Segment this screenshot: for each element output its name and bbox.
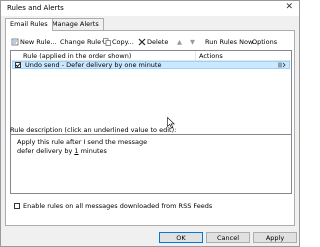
- title-bar: Rules and Alerts ✕: [1, 1, 299, 16]
- rule-description-label: Rule description (click an underlined va…: [10, 126, 177, 134]
- close-icon[interactable]: ✕: [285, 2, 293, 12]
- rule-enabled-checkbox[interactable]: [15, 62, 21, 68]
- description-line-2-prefix: defer delivery by: [17, 147, 75, 155]
- rule-description-box: Apply this rule after I send the message…: [10, 134, 292, 194]
- checkmark-icon: [15, 63, 21, 68]
- column-header-rule[interactable]: Rule (applied in the order shown): [23, 52, 131, 60]
- description-line-2-suffix: minutes: [78, 147, 107, 155]
- rules-list-header: Rule (applied in the order shown) Action…: [11, 51, 291, 61]
- change-rule-button[interactable]: Change Rule ▾: [60, 36, 105, 48]
- rules-and-alerts-window: Rules and Alerts ✕ Email Rules Manage Al…: [0, 0, 300, 247]
- new-rule-icon: [11, 38, 19, 46]
- tab-email-rules[interactable]: Email Rules: [5, 18, 53, 31]
- email-rules-panel: New Rule... Change Rule ▾ Copy... Delete…: [5, 30, 295, 226]
- rss-checkbox[interactable]: [14, 202, 20, 209]
- options-label: Options: [252, 38, 278, 46]
- ok-button[interactable]: OK: [159, 232, 203, 243]
- delete-icon: [138, 38, 146, 46]
- column-header-actions[interactable]: Actions: [199, 52, 223, 60]
- rules-toolbar: New Rule... Change Rule ▾ Copy... Delete…: [10, 36, 292, 48]
- rule-name: Undo send - Defer delivery by one minute: [25, 61, 162, 69]
- move-up-icon: ▲: [177, 38, 182, 46]
- move-down-button[interactable]: ▼: [190, 36, 195, 48]
- copy-button[interactable]: Copy...: [103, 36, 134, 48]
- rss-option[interactable]: Enable rules on all messages downloaded …: [14, 201, 212, 210]
- run-rules-now-label: Run Rules Now...: [205, 38, 259, 46]
- run-rules-now-button[interactable]: Run Rules Now...: [205, 36, 259, 48]
- tab-email-rules-label: Email Rules: [10, 20, 48, 28]
- rule-action-icon: [278, 62, 286, 70]
- change-rule-label: Change Rule: [60, 38, 102, 46]
- copy-label: Copy...: [112, 38, 134, 46]
- rss-option-label: Enable rules on all messages downloaded …: [23, 201, 213, 210]
- cancel-label: Cancel: [216, 234, 240, 242]
- move-down-icon: ▼: [190, 38, 195, 46]
- delete-button[interactable]: Delete: [138, 36, 168, 48]
- rule-row[interactable]: Undo send - Defer delivery by one minute: [12, 61, 290, 69]
- delete-label: Delete: [147, 38, 169, 46]
- description-line-1: Apply this rule after I send the message: [17, 138, 148, 146]
- new-rule-button[interactable]: New Rule...: [11, 36, 57, 48]
- apply-button[interactable]: Apply: [253, 232, 297, 243]
- window-title: Rules and Alerts: [7, 4, 64, 12]
- copy-icon: [103, 38, 111, 46]
- tab-manage-alerts-label: Manage Alerts: [52, 20, 99, 28]
- column-separator[interactable]: [195, 51, 196, 60]
- apply-label: Apply: [265, 234, 285, 242]
- options-button[interactable]: Options: [252, 36, 277, 48]
- new-rule-label: New Rule...: [20, 38, 57, 46]
- description-line-2: defer delivery by 1 minutes: [17, 147, 107, 155]
- cancel-button[interactable]: Cancel: [206, 232, 250, 243]
- tab-manage-alerts[interactable]: Manage Alerts: [47, 18, 104, 30]
- move-up-button[interactable]: ▲: [177, 36, 182, 48]
- ok-label: OK: [176, 234, 186, 242]
